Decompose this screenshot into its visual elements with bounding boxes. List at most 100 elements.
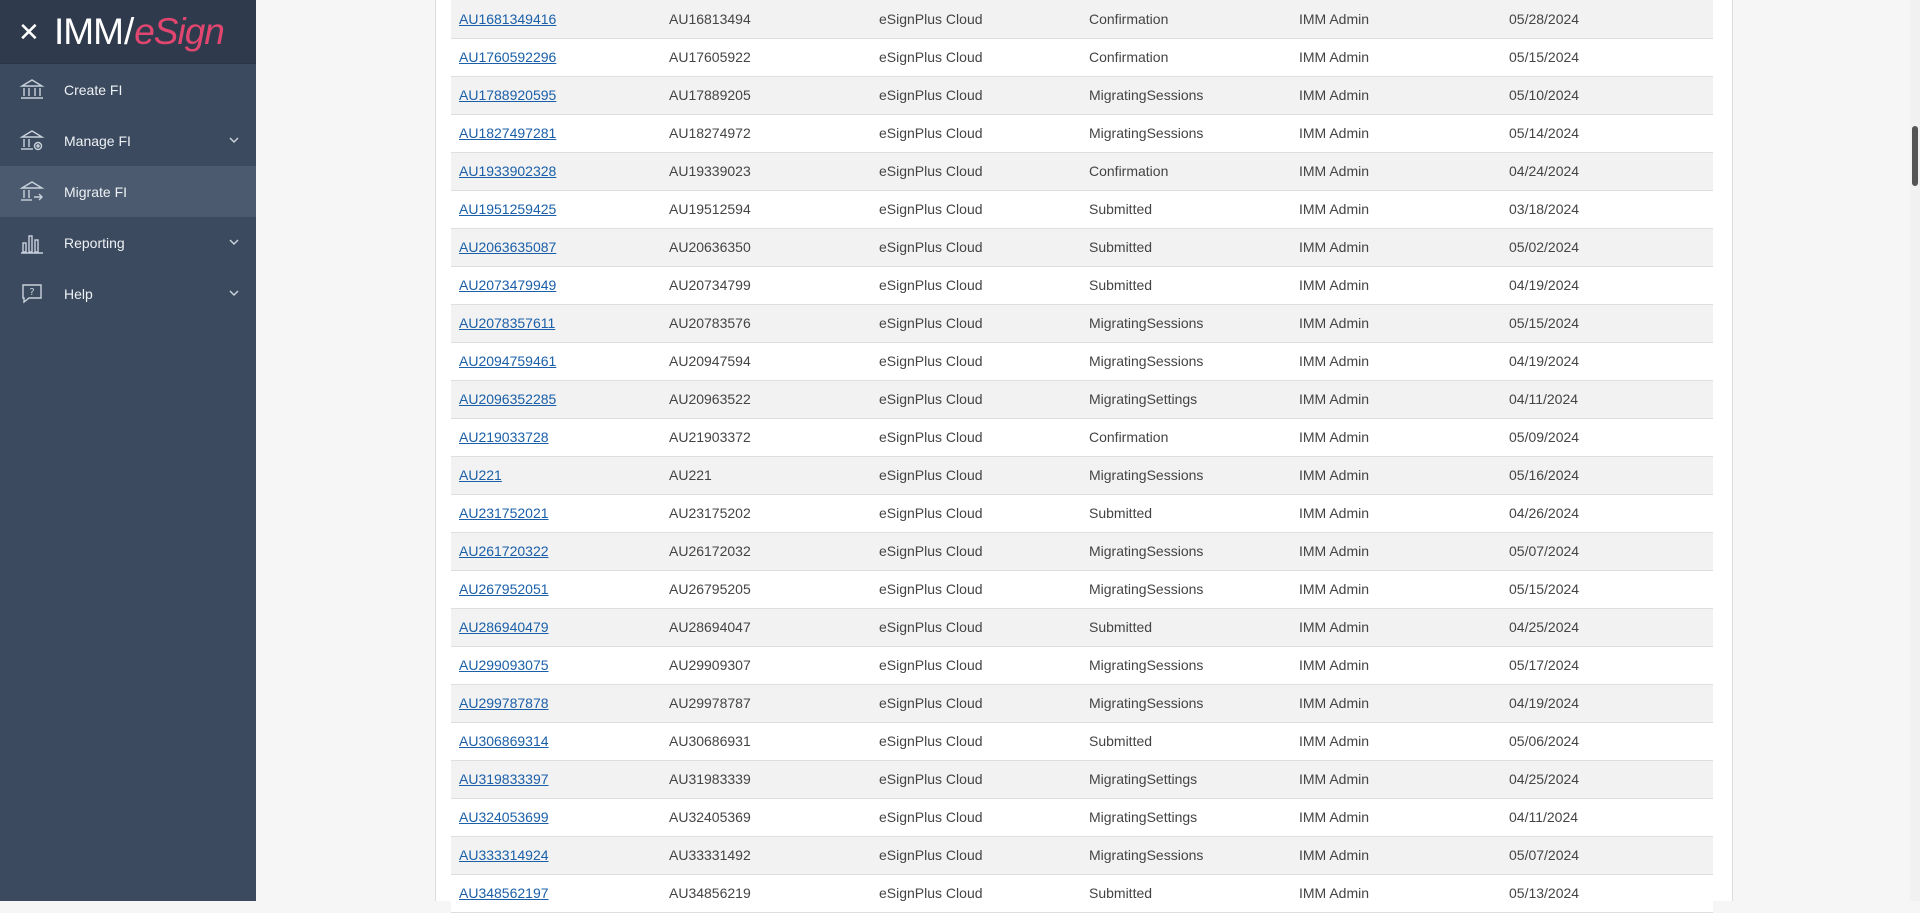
row-id-link[interactable]: AU2094759461: [459, 353, 556, 369]
row-id-link[interactable]: AU1951259425: [459, 201, 556, 217]
row-id-link[interactable]: AU267952051: [459, 581, 549, 597]
cell-product: eSignPlus Cloud: [879, 695, 983, 711]
cell-user: IMM Admin: [1299, 809, 1370, 825]
table-row: AU348562197 AU34856219 eSignPlus Cloud Subm…: [451, 874, 1713, 912]
cell-id: AU221: [451, 456, 661, 494]
table-row: AU1827497281 AU18274972 eSignPlus Cloud Mig…: [451, 114, 1713, 152]
cell-status: Submitted: [1089, 277, 1153, 293]
row-id-link[interactable]: AU286940479: [459, 619, 549, 635]
sidebar-item-manage-fi[interactable]: Manage FI: [0, 115, 256, 166]
table-row: AU231752021 AU23175202 eSignPlus Cloud Subm…: [451, 494, 1713, 532]
table-row: AU219033728 AU21903372 eSignPlus Cloud Conf…: [451, 418, 1713, 456]
row-id-link[interactable]: AU348562197: [459, 885, 549, 901]
cell-user: IMM Admin: [1299, 771, 1370, 787]
cell-code: AU20636350: [669, 239, 751, 255]
table-row: AU306869314 AU30686931 eSignPlus Cloud Subm…: [451, 722, 1713, 760]
cell-id: AU1681349416: [451, 0, 661, 38]
cell-user: IMM Admin: [1299, 239, 1370, 255]
row-id-link[interactable]: AU231752021: [459, 505, 549, 521]
cell-product: eSignPlus Cloud: [879, 809, 983, 825]
cell-id: AU324053699: [451, 798, 661, 836]
table-row: AU333314924 AU33331492 eSignPlus Cloud Migr…: [451, 836, 1713, 874]
scrollbar-thumb[interactable]: [1912, 126, 1918, 186]
row-id-link[interactable]: AU319833397: [459, 771, 549, 787]
row-id-link[interactable]: AU1760592296: [459, 49, 556, 65]
row-id-link[interactable]: AU1788920595: [459, 87, 556, 103]
row-id-link[interactable]: AU221: [459, 467, 502, 483]
cell-product: eSignPlus Cloud: [879, 543, 983, 559]
row-id-link[interactable]: AU299787878: [459, 695, 549, 711]
cell-product: eSignPlus Cloud: [879, 10, 983, 27]
bank-migrate-icon: [18, 178, 46, 206]
sidebar-item-help[interactable]: ? Help: [0, 268, 256, 319]
cell-code: AU16813494: [669, 10, 751, 27]
sidebar-item-label: Reporting: [64, 234, 125, 251]
cell-date: 05/14/2024: [1509, 125, 1580, 141]
cell-user: IMM Admin: [1299, 10, 1370, 27]
cell-code: AU34856219: [669, 885, 751, 901]
row-id-link[interactable]: AU2063635087: [459, 239, 556, 255]
main-content: AU1681349416 AU16813494 eSignPlus Cloud Con…: [256, 0, 1920, 912]
table-row: AU324053699 AU32405369 eSignPlus Cloud Migr…: [451, 798, 1713, 836]
cell-product: eSignPlus Cloud: [879, 847, 983, 863]
cell-date: 05/07/2024: [1509, 543, 1580, 559]
cell-id: AU2063635087: [451, 228, 661, 266]
cell-code: AU23175202: [669, 505, 751, 521]
table-row: AU286940479 AU28694047 eSignPlus Cloud Subm…: [451, 608, 1713, 646]
row-id-link[interactable]: AU333314924: [459, 847, 549, 863]
row-id-link[interactable]: AU261720322: [459, 543, 549, 559]
cell-user: IMM Admin: [1299, 315, 1370, 331]
row-id-link[interactable]: AU1933902328: [459, 163, 556, 179]
cell-code: AU30686931: [669, 733, 751, 749]
sidebar-item-reporting[interactable]: Reporting: [0, 217, 256, 268]
row-id-link[interactable]: AU306869314: [459, 733, 549, 749]
table-row: AU2073479949 AU20734799 eSignPlus Cloud Sub…: [451, 266, 1713, 304]
cell-id: AU267952051: [451, 570, 661, 608]
close-icon[interactable]: ✕: [18, 19, 40, 45]
cell-id: AU231752021: [451, 494, 661, 532]
table-row: AU267952051 AU26795205 eSignPlus Cloud Migr…: [451, 570, 1713, 608]
cell-product: eSignPlus Cloud: [879, 125, 983, 141]
cell-status: MigratingSessions: [1089, 353, 1204, 369]
cell-date: 04/26/2024: [1509, 505, 1580, 521]
row-id-link[interactable]: AU2096352285: [459, 391, 556, 407]
cell-date: 05/07/2024: [1509, 847, 1580, 863]
cell-date: 05/02/2024: [1509, 239, 1580, 255]
cell-id: AU299093075: [451, 646, 661, 684]
cell-code: AU20783576: [669, 315, 751, 331]
sidebar-item-create-fi[interactable]: Create FI: [0, 64, 256, 115]
cell-date: 05/06/2024: [1509, 733, 1580, 749]
bank-settings-icon: [18, 127, 46, 155]
row-id-link[interactable]: AU2078357611: [459, 315, 555, 331]
cell-status: MigratingSessions: [1089, 695, 1204, 711]
cell-status: MigratingSessions: [1089, 315, 1204, 331]
scrollbar[interactable]: [1910, 0, 1920, 901]
cell-status: Submitted: [1089, 619, 1153, 635]
cell-date: 05/13/2024: [1509, 885, 1580, 901]
cell-id: AU2078357611: [451, 304, 661, 342]
cell-code: AU19512594: [669, 201, 751, 217]
cell-date: 04/11/2024: [1509, 809, 1579, 825]
cell-product: eSignPlus Cloud: [879, 771, 983, 787]
cell-status: MigratingSessions: [1089, 467, 1204, 483]
cell-code: AU221: [669, 467, 712, 483]
row-id-link[interactable]: AU219033728: [459, 429, 549, 445]
sidebar-item-label: Create FI: [64, 81, 123, 98]
row-id-link[interactable]: AU1827497281: [459, 125, 556, 141]
row-id-link[interactable]: AU324053699: [459, 809, 549, 825]
table-row: AU1933902328 AU19339023 eSignPlus Cloud Con…: [451, 152, 1713, 190]
cell-status: MigratingSessions: [1089, 543, 1204, 559]
table-row: AU221 AU221 eSignPlus Cloud MigratingSessio…: [451, 456, 1713, 494]
row-id-link[interactable]: AU2073479949: [459, 277, 556, 293]
sidebar-item-migrate-fi[interactable]: Migrate FI: [0, 166, 256, 217]
row-id-link[interactable]: AU299093075: [459, 657, 549, 673]
cell-id: AU1788920595: [451, 76, 661, 114]
cell-status: Confirmation: [1089, 429, 1169, 445]
cell-product: eSignPlus Cloud: [879, 201, 983, 217]
row-id-link[interactable]: AU1681349416: [459, 11, 556, 27]
cell-user: IMM Admin: [1299, 695, 1370, 711]
cell-code: AU32405369: [669, 809, 751, 825]
cell-status: MigratingSessions: [1089, 581, 1204, 597]
table-row: AU2078357611 AU20783576 eSignPlus Cloud Mig…: [451, 304, 1713, 342]
table-row: AU261720322 AU26172032 eSignPlus Cloud Migr…: [451, 532, 1713, 570]
